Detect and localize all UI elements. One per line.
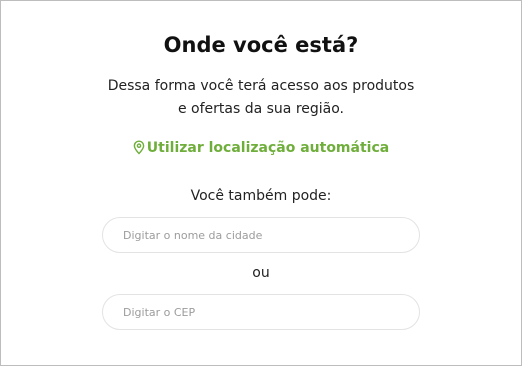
- cep-input[interactable]: [102, 294, 420, 330]
- location-pin-icon: [133, 140, 145, 155]
- subtitle-line-1: Dessa forma você terá acesso aos produto…: [107, 78, 415, 94]
- alternative-label: Você também pode:: [190, 188, 332, 204]
- use-auto-location-link[interactable]: Utilizar localização automática: [1, 140, 521, 156]
- auto-location-label: Utilizar localização automática: [146, 140, 390, 156]
- modal-subtitle: Dessa forma você terá acesso aos produto…: [61, 75, 461, 121]
- location-modal: Onde você está? Dessa forma você terá ac…: [0, 0, 522, 366]
- subtitle-line-2: e ofertas da sua região.: [177, 101, 345, 117]
- city-name-input[interactable]: [102, 217, 420, 253]
- modal-title: Onde você está?: [163, 33, 359, 57]
- or-separator: ou: [252, 265, 270, 281]
